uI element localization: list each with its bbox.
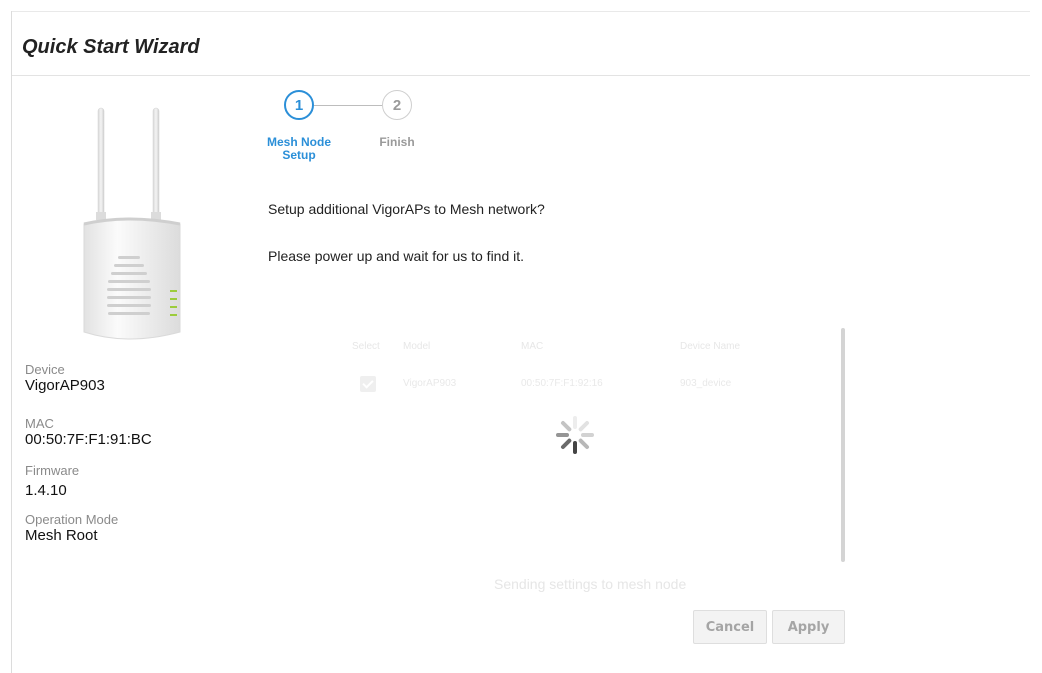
step-2-indicator: 2 — [382, 90, 412, 120]
cancel-button[interactable]: Cancel — [693, 610, 767, 644]
step-1-label: Mesh Node Setup — [266, 135, 331, 162]
loading-spinner-icon — [556, 416, 594, 454]
row-mac: 00:50:7F:F1:92:16 — [521, 378, 603, 389]
column-header-select: Select — [352, 341, 380, 352]
stepper-connector — [314, 105, 382, 106]
device-info-operation-mode: Operation Mode Mesh Root — [25, 512, 118, 544]
left-frame-border — [11, 11, 12, 673]
operation-mode-label: Operation Mode — [25, 512, 119, 527]
column-header-model: Model — [403, 341, 431, 352]
step-1-indicator: 1 — [284, 90, 314, 120]
row-select-checkbox[interactable] — [360, 376, 376, 392]
step-2-label: Finish — [379, 135, 415, 149]
mac-value: 00:50:7F:F1:91:BC — [25, 431, 152, 448]
operation-mode-value: Mesh Root — [25, 527, 98, 544]
table-scrollbar[interactable] — [841, 328, 845, 562]
power-up-instruction: Please power up and wait for us to find … — [268, 248, 525, 264]
firmware-label: Firmware — [25, 463, 80, 478]
mac-label: MAC — [25, 416, 54, 431]
device-info-firmware: Firmware 1.4.10 — [25, 463, 79, 499]
page-title: Quick Start Wizard — [22, 36, 200, 58]
device-info-mac: MAC 00:50:7F:F1:91:BC — [25, 416, 152, 448]
device-info-device: Device VigorAP903 — [25, 362, 105, 394]
title-divider — [12, 75, 1030, 76]
column-header-device-name: Device Name — [680, 341, 741, 352]
device-label: Device — [25, 362, 65, 377]
firmware-value: 1.4.10 — [25, 482, 67, 499]
sending-status-text: Sending settings to mesh node — [494, 576, 687, 592]
row-model: VigorAP903 — [403, 378, 457, 389]
top-divider — [12, 11, 1030, 12]
device-image — [83, 107, 181, 340]
apply-button[interactable]: Apply — [772, 610, 845, 644]
row-device-name: 903_device — [680, 378, 732, 389]
setup-question: Setup additional VigorAPs to Mesh networ… — [268, 201, 545, 217]
column-header-mac: MAC — [521, 341, 544, 352]
device-value: VigorAP903 — [25, 377, 105, 394]
